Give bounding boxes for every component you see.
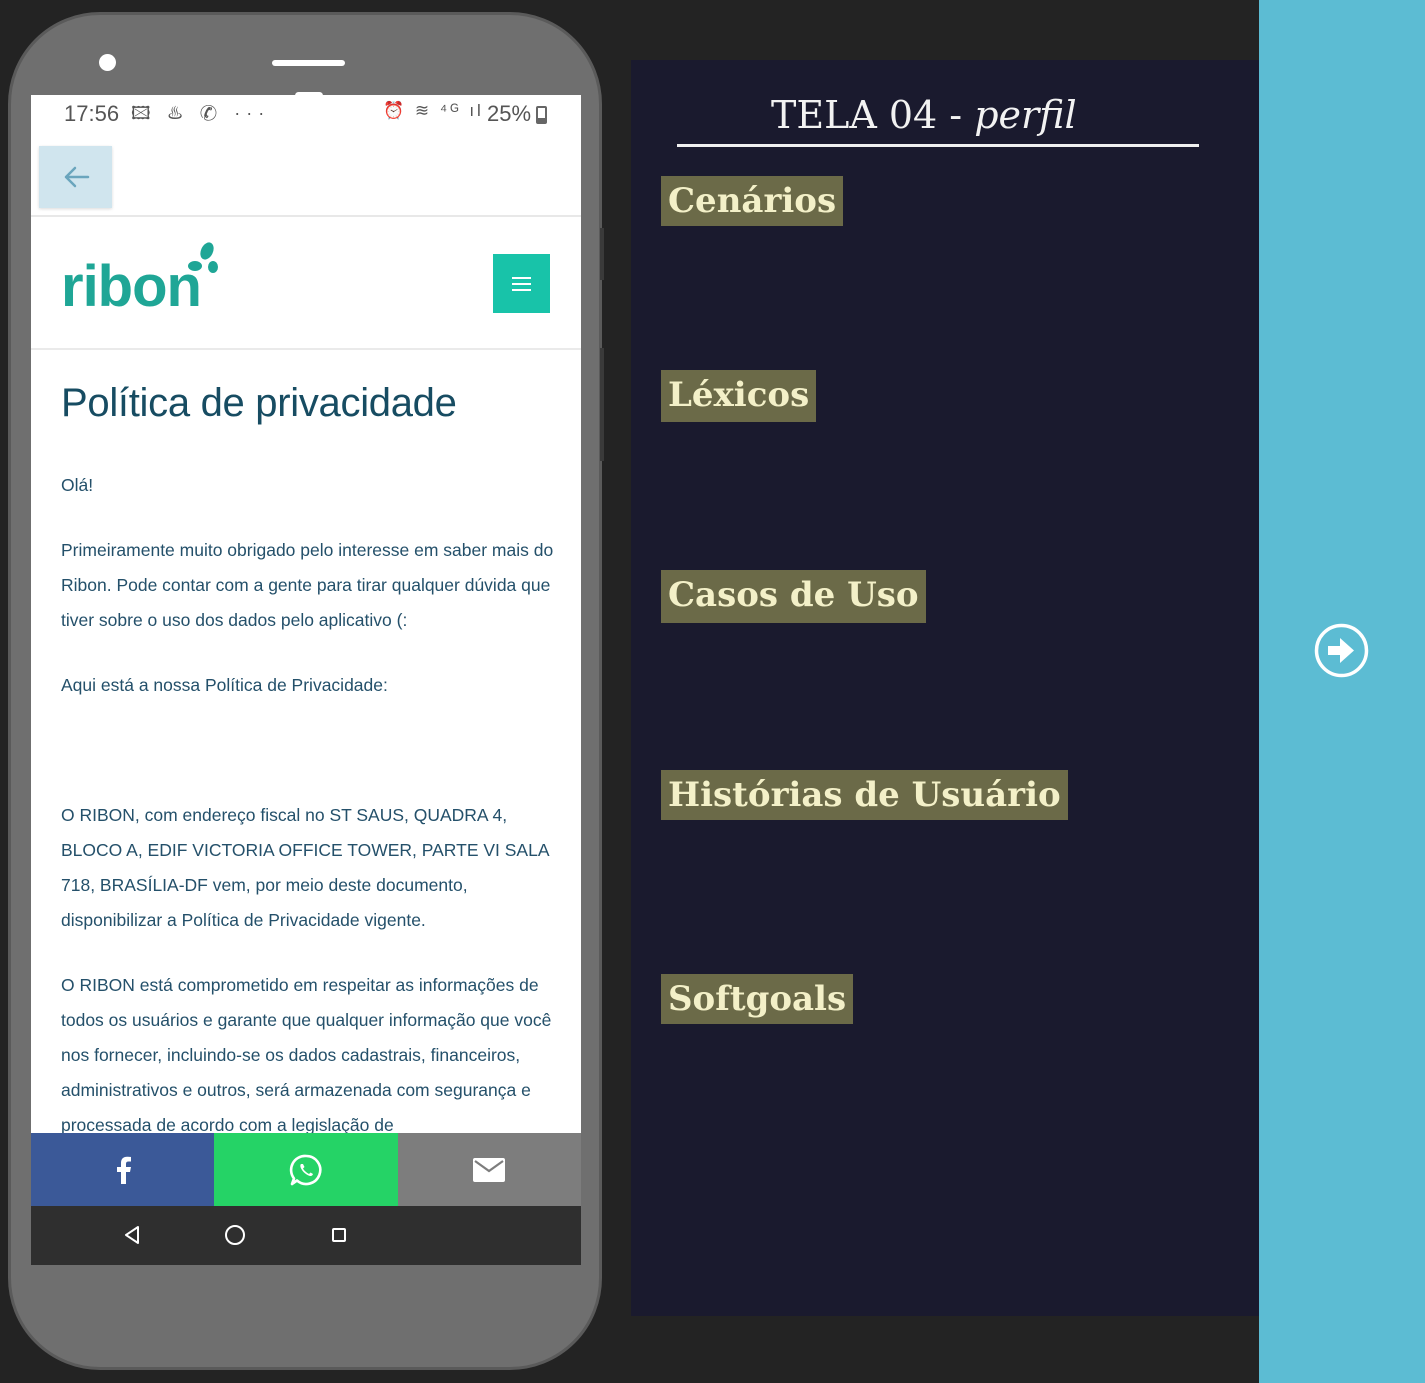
battery-level: 25%	[487, 101, 532, 126]
status-time: 17:56	[64, 101, 120, 126]
paragraph-address: O RIBON, com endereço fiscal no ST SAUS,…	[61, 805, 549, 930]
whatsapp-icon	[289, 1154, 322, 1185]
app-top-bar	[31, 135, 581, 217]
paragraph-intro: Primeiramente muito obrigado pelo intere…	[61, 540, 554, 630]
paragraph-commitment: O RIBON está comprometido em respeitar a…	[61, 975, 552, 1135]
panel-title-main: TELA 04 -	[771, 93, 975, 137]
tag-softgoals[interactable]: Softgoals	[661, 974, 854, 1024]
share-bar	[31, 1133, 581, 1206]
article-content: Política de privacidade Olá! Primeiramen…	[61, 353, 561, 1143]
facebook-icon	[116, 1156, 131, 1184]
page-title: Política de privacidade	[61, 381, 457, 425]
arrow-right-circle-icon[interactable]	[1314, 623, 1369, 678]
paragraph-policy-heading: Aqui está a nossa Política de Privacidad…	[61, 675, 388, 695]
volume-button	[600, 228, 604, 280]
system-icons: ⏰ ≋ ⁴ᴳ ıl	[383, 101, 484, 120]
tag-cenarios[interactable]: Cenários	[661, 176, 844, 226]
back-button[interactable]	[39, 146, 112, 208]
hamburger-menu-button[interactable]	[493, 254, 550, 313]
greeting-text: Olá!	[61, 475, 94, 495]
title-divider	[677, 144, 1199, 147]
tag-historias-de-usuario[interactable]: Histórias de Usuário	[661, 770, 1068, 820]
nav-recents-icon[interactable]	[332, 1228, 346, 1242]
arrow-left-icon	[64, 166, 89, 188]
battery-icon	[536, 106, 547, 124]
phone-screen: 17:56 🖾 ♨ ✆ ··· ⏰ ≋ ⁴ᴳ ıl 25% ribon Polí…	[31, 95, 581, 1265]
logo-drops-icon	[188, 242, 218, 273]
tag-lexicos[interactable]: Léxicos	[661, 370, 817, 422]
ribon-logo[interactable]: ribon	[61, 242, 221, 328]
camera	[99, 54, 116, 71]
site-header: ribon	[31, 218, 581, 350]
description-panel: TELA 04 - perfil Cenários Léxicos Casos …	[631, 60, 1259, 1316]
menu-line-icon	[512, 282, 531, 285]
mail-icon	[473, 1157, 506, 1182]
nav-home-icon[interactable]	[225, 1225, 245, 1245]
notification-icons: 🖾 ♨ ✆ ···	[131, 103, 271, 123]
accent-sidebar	[1259, 0, 1425, 1383]
facebook-share-button[interactable]	[31, 1133, 215, 1206]
whatsapp-share-button[interactable]	[214, 1133, 398, 1206]
panel-title-sub: perfil	[974, 93, 1077, 137]
speaker	[272, 60, 345, 66]
android-nav-bar	[31, 1206, 581, 1265]
power-button	[600, 348, 604, 461]
logo-text: ribon	[61, 254, 202, 319]
email-share-button[interactable]	[397, 1133, 581, 1206]
menu-line-icon	[512, 288, 531, 291]
nav-back-icon[interactable]	[122, 1224, 142, 1246]
tag-casos-de-uso[interactable]: Casos de Uso	[661, 570, 926, 623]
menu-line-icon	[512, 276, 531, 279]
stage: 17:56 🖾 ♨ ✆ ··· ⏰ ≋ ⁴ᴳ ıl 25% ribon Polí…	[0, 0, 1425, 1383]
status-bar: 17:56 🖾 ♨ ✆ ··· ⏰ ≋ ⁴ᴳ ıl 25%	[31, 95, 581, 135]
panel-title: TELA 04 - perfil	[771, 93, 1077, 137]
